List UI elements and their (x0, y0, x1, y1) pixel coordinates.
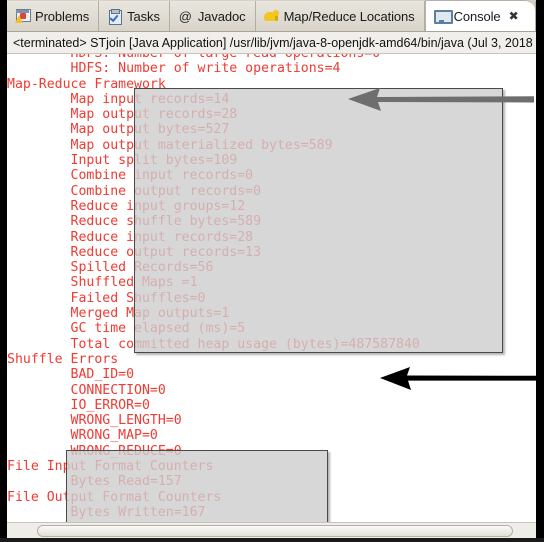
frame-edge-right (536, 0, 544, 542)
console-line: Bytes Read=157 (7, 474, 182, 490)
elephant-icon (263, 9, 279, 24)
eclipse-console-view: Problems Tasks @ Javadoc Map/Reduce Loca… (0, 0, 544, 542)
console-line: Reduce input records=28 (7, 229, 254, 245)
console-line: Reduce output records=13 (7, 244, 262, 260)
console-line: Combine output records=0 (7, 183, 262, 199)
at-icon: @ (178, 8, 192, 24)
scrollbar-thumb[interactable] (37, 525, 513, 537)
tab-javadoc-label: Javadoc (197, 8, 246, 24)
console-line: Failed Shuffles=0 (7, 290, 206, 306)
launch-configuration-line: <terminated> STjoin [Java Application] /… (7, 32, 536, 54)
console-line: Spilled Records=56 (7, 260, 214, 276)
black-arrow (380, 367, 541, 390)
console-line: Bytes Written=167 (7, 504, 206, 520)
tab-tasks[interactable]: Tasks (99, 1, 170, 31)
frame-edge-bottom (0, 538, 544, 542)
tab-console-label: Console (453, 8, 501, 24)
console-text: HDFS: Number of large read operations=0 … (7, 54, 536, 520)
console-line: Map output bytes=527 (7, 122, 230, 138)
console-line: WRONG_REDUCE=0 (7, 443, 182, 459)
console-line: IO_ERROR=0 (7, 397, 150, 413)
tab-map-reduce-locations[interactable]: Map/Reduce Locations (255, 1, 425, 31)
view-tab-bar: Problems Tasks @ Javadoc Map/Reduce Loca… (7, 0, 536, 32)
tab-map-reduce-locations-label: Map/Reduce Locations (283, 8, 415, 24)
problems-icon (15, 8, 31, 24)
tasks-icon (107, 8, 123, 25)
console-line: Map output materialized bytes=589 (7, 137, 333, 153)
console-line: WRONG_LENGTH=0 (7, 413, 182, 429)
console-line: Reduce input groups=12 (7, 198, 246, 214)
console-line: Reduce shuffle bytes=589 (7, 214, 262, 230)
tab-javadoc[interactable]: @ Javadoc (169, 1, 256, 31)
console-line: Total committed heap usage (bytes)=48758… (7, 336, 420, 352)
console-icon (433, 9, 453, 24)
console-line: Input split bytes=109 (7, 153, 238, 169)
tab-problems-label: Problems (35, 8, 90, 24)
close-icon[interactable]: ✖ (509, 10, 519, 22)
console-line: Combine input records=0 (7, 168, 254, 184)
console-line: File Output Format Counters (7, 489, 230, 505)
console-line: File Input Format Counters (7, 459, 222, 475)
console-line: HDFS: Number of write operations=4 (7, 61, 341, 77)
console-line: HDFS: Number of large read operations=0 (7, 54, 536, 61)
tab-problems[interactable]: Problems (7, 1, 100, 31)
console-line: Merged Map outputs=1 (7, 306, 230, 322)
frame-edge-left (0, 0, 7, 542)
gray-arrow (348, 88, 534, 111)
console-output-area[interactable]: HDFS: Number of large read operations=0 … (7, 54, 536, 522)
tab-tasks-label: Tasks (127, 8, 160, 24)
console-line: WRONG_MAP=0 (7, 428, 158, 444)
console-line: Shuffled Maps =1 (7, 275, 198, 291)
horizontal-scrollbar[interactable] (7, 522, 536, 538)
tab-console[interactable]: Console ✖ (424, 0, 535, 31)
console-line: GC time elapsed (ms)=5 (7, 321, 246, 337)
